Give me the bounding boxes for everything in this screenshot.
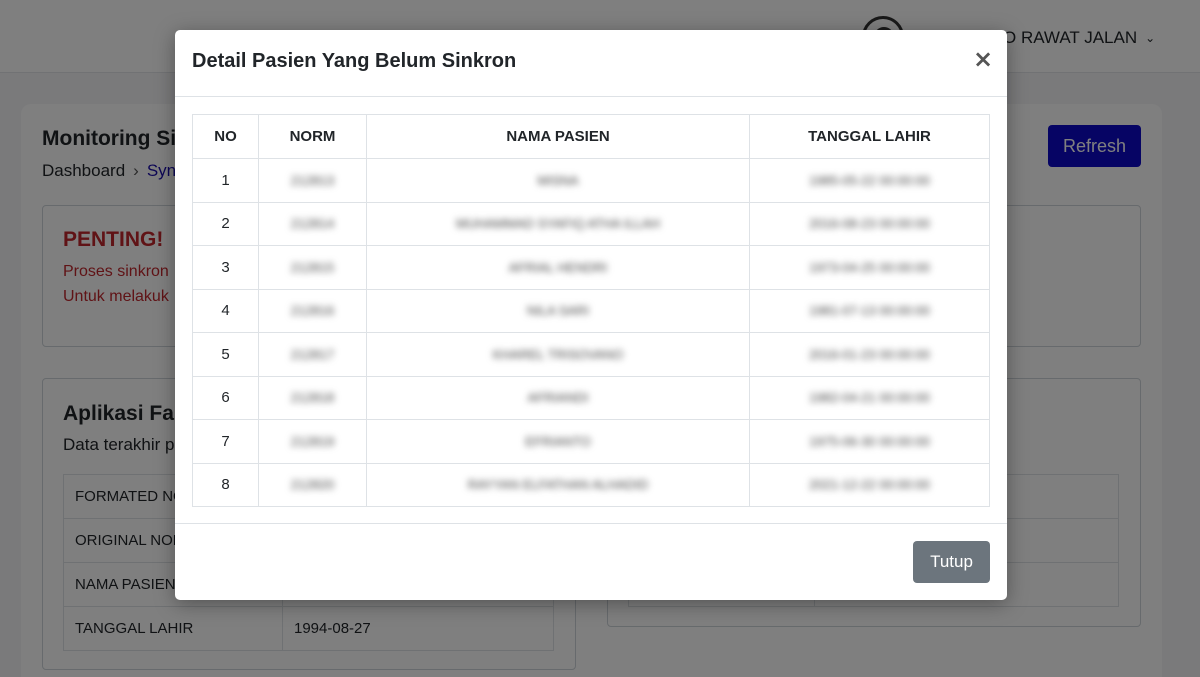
cell-nama: EFRIANTO — [366, 419, 750, 464]
cell-no: 6 — [192, 375, 259, 420]
column-header-tanggal: TANGGAL LAHIR — [749, 114, 990, 159]
cell-tanggal: 1975-06-30 00:00:00 — [749, 419, 990, 464]
cell-norm: 212816 — [258, 288, 367, 333]
cell-no: 3 — [192, 245, 259, 290]
cell-norm: 212818 — [258, 375, 367, 420]
modal-title: Detail Pasien Yang Belum Sinkron — [192, 50, 517, 72]
cell-norm: 212814 — [258, 201, 367, 246]
cell-tanggal: 2021-12-22 00:00:00 — [749, 462, 990, 507]
cell-nama: MUHAMMAD SYAFIQ ATHA ILLAH — [366, 201, 750, 246]
table-row: 6 212818 AFRIANDI 1982-04-21 00:00:00 — [192, 375, 990, 420]
cell-nama: KHAREL TRISOVANO — [366, 332, 750, 377]
cell-nama: RAYYAN ELFATHAN ALHADID — [366, 462, 750, 507]
cell-norm: 212819 — [258, 419, 367, 464]
table-header-row: NO NORM NAMA PASIEN TANGGAL LAHIR — [192, 114, 990, 159]
patient-table: NO NORM NAMA PASIEN TANGGAL LAHIR 1 2128… — [192, 114, 990, 507]
table-row: 1 212813 MISNA 1985-05-22 00:00:00 — [192, 158, 990, 203]
cell-tanggal: 1982-04-21 00:00:00 — [749, 375, 990, 420]
cell-norm: 212820 — [258, 462, 367, 507]
cell-nama: AFRIAL HENDRI — [366, 245, 750, 290]
cell-norm: 212815 — [258, 245, 367, 290]
cell-tanggal: 1985-05-22 00:00:00 — [749, 158, 990, 203]
cell-no: 8 — [192, 462, 259, 507]
column-header-norm: NORM — [258, 114, 367, 159]
cell-nama: NILA SARI — [366, 288, 750, 333]
cell-nama: AFRIANDI — [366, 375, 750, 420]
cell-norm: 212813 — [258, 158, 367, 203]
cell-tanggal: 2016-08-23 00:00:00 — [749, 201, 990, 246]
cell-tanggal: 1981-07-13 00:00:00 — [749, 288, 990, 333]
patient-detail-modal: Detail Pasien Yang Belum Sinkron × NO NO… — [175, 30, 1007, 600]
cell-nama: MISNA — [366, 158, 750, 203]
close-icon[interactable]: × — [971, 44, 995, 74]
column-header-no: NO — [192, 114, 259, 159]
cell-no: 5 — [192, 332, 259, 377]
table-row: 7 212819 EFRIANTO 1975-06-30 00:00:00 — [192, 419, 990, 464]
modal-footer: Tutup — [175, 523, 1007, 600]
cell-no: 7 — [192, 419, 259, 464]
table-row: 3 212815 AFRIAL HENDRI 1973-04-25 00:00:… — [192, 245, 990, 290]
table-row: 8 212820 RAYYAN ELFATHAN ALHADID 2021-12… — [192, 462, 990, 507]
column-header-nama: NAMA PASIEN — [366, 114, 750, 159]
table-row: 5 212817 KHAREL TRISOVANO 2016-01-23 00:… — [192, 332, 990, 377]
cell-no: 4 — [192, 288, 259, 333]
table-row: 4 212816 NILA SARI 1981-07-13 00:00:00 — [192, 288, 990, 333]
table-row: 2 212814 MUHAMMAD SYAFIQ ATHA ILLAH 2016… — [192, 201, 990, 246]
cell-tanggal: 1973-04-25 00:00:00 — [749, 245, 990, 290]
close-button[interactable]: Tutup — [913, 541, 990, 583]
cell-no: 1 — [192, 158, 259, 203]
cell-norm: 212817 — [258, 332, 367, 377]
cell-tanggal: 2016-01-23 00:00:00 — [749, 332, 990, 377]
modal-header: Detail Pasien Yang Belum Sinkron × — [175, 30, 1007, 97]
cell-no: 2 — [192, 201, 259, 246]
